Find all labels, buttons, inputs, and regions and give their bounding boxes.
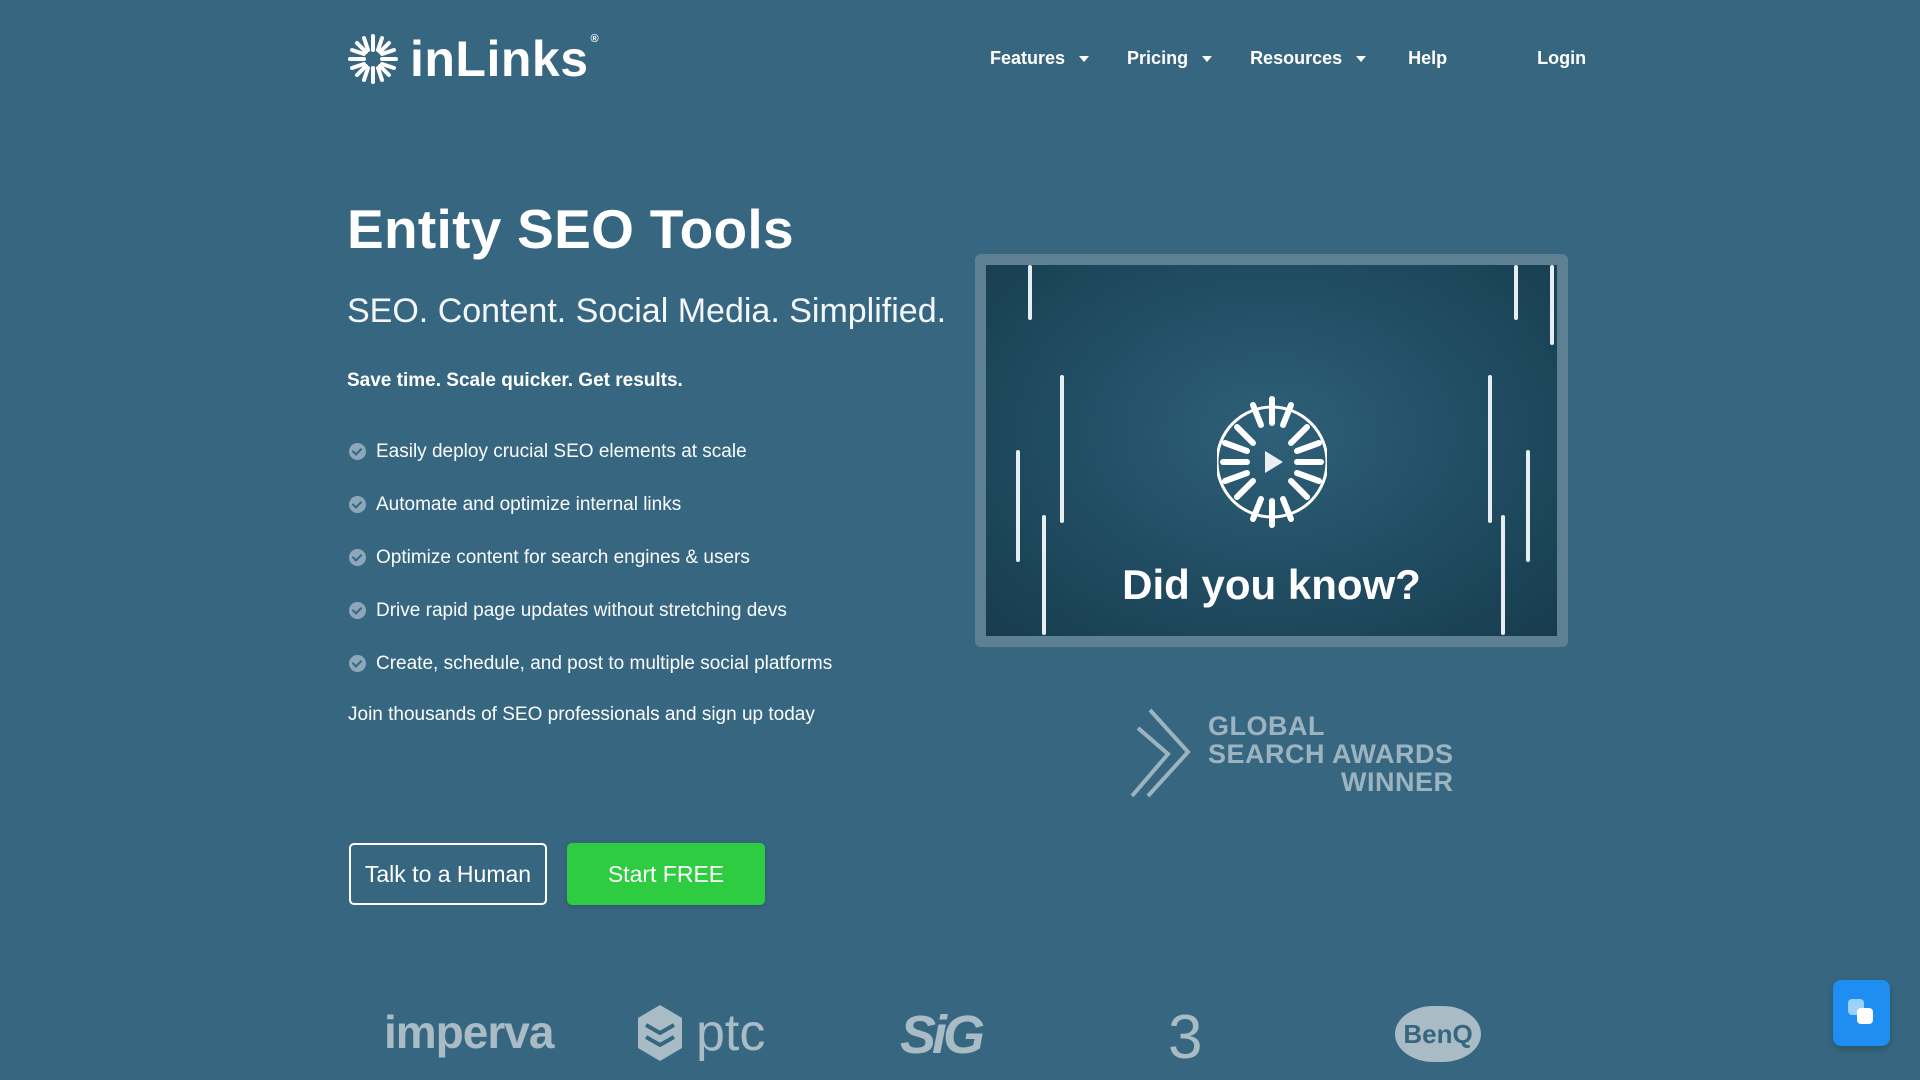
chevron-down-icon	[1079, 55, 1090, 62]
main-nav: Features Pricing Resources Help Login	[990, 48, 1586, 69]
client-logo-ptc: ptc	[636, 1003, 765, 1063]
award-line: WINNER	[1341, 767, 1454, 797]
feature-item: Automate and optimize internal links	[349, 478, 832, 531]
chevron-down-icon	[1356, 55, 1367, 62]
join-text: Join thousands of SEO professionals and …	[348, 704, 815, 725]
video-frame: Did you know?	[975, 254, 1568, 647]
client-logo-sig: SiG	[900, 1005, 985, 1065]
decorative-line	[1028, 265, 1032, 320]
check-circle-icon	[349, 549, 366, 566]
chat-bubble-icon	[1848, 999, 1873, 1024]
check-circle-icon	[349, 602, 366, 619]
brand-name: inLinks ®	[410, 31, 600, 87]
decorative-line	[1060, 375, 1064, 523]
feature-item: Drive rapid page updates without stretch…	[349, 584, 832, 637]
feature-item: Create, schedule, and post to multiple s…	[349, 637, 832, 690]
chat-widget-button[interactable]	[1833, 980, 1890, 1046]
decorative-line	[1550, 265, 1554, 345]
feature-list: Easily deploy crucial SEO elements at sc…	[349, 425, 832, 690]
nav-resources-label: Resources	[1250, 48, 1343, 68]
sunburst-logo-icon	[348, 34, 398, 84]
check-circle-icon	[349, 655, 366, 672]
feature-text: Easily deploy crucial SEO elements at sc…	[376, 440, 747, 462]
feature-text: Drive rapid page updates without stretch…	[376, 599, 787, 621]
feature-text: Create, schedule, and post to multiple s…	[376, 652, 833, 674]
check-circle-icon	[349, 496, 366, 513]
client-logo-benq: BenQ	[1395, 1006, 1481, 1062]
award-line: SEARCH AWARDS	[1208, 739, 1454, 769]
talk-to-human-button[interactable]: Talk to a Human	[349, 843, 547, 905]
hero-tagline: Save time. Scale quicker. Get results.	[347, 370, 683, 391]
decorative-line	[1488, 375, 1492, 523]
video-player[interactable]: Did you know?	[986, 265, 1557, 636]
nav-features[interactable]: Features	[990, 48, 1090, 69]
video-caption: Did you know?	[1122, 561, 1421, 608]
feature-item: Optimize content for search engines & us…	[349, 531, 832, 584]
play-icon	[1216, 396, 1327, 528]
global-search-awards-badge: GLOBAL SEARCH AWARDS WINNER	[1128, 706, 1454, 802]
brand-logo[interactable]: inLinks ®	[346, 30, 599, 88]
decorative-line	[1016, 450, 1020, 562]
landing-page: inLinks ® Features Pricing Resources Help…	[0, 0, 1920, 1080]
award-text: GLOBAL SEARCH AWARDS WINNER	[1208, 712, 1454, 796]
page-title: Entity SEO Tools	[347, 198, 794, 260]
nav-resources[interactable]: Resources	[1250, 48, 1367, 69]
nav-login[interactable]: Login	[1537, 48, 1586, 69]
start-free-button[interactable]: Start FREE	[567, 843, 765, 905]
nav-pricing[interactable]: Pricing	[1127, 48, 1213, 69]
feature-item: Easily deploy crucial SEO elements at sc…	[349, 425, 832, 478]
nav-features-label: Features	[990, 48, 1066, 68]
award-line: GLOBAL	[1208, 711, 1325, 741]
check-circle-icon	[349, 443, 366, 460]
hero-subtitle: SEO. Content. Social Media. Simplified.	[347, 292, 947, 330]
feature-text: Optimize content for search engines & us…	[376, 546, 750, 568]
double-chevron-icon	[1130, 708, 1191, 798]
ptc-text: ptc	[696, 1004, 766, 1062]
nav-pricing-label: Pricing	[1127, 48, 1189, 68]
decorative-line	[1526, 450, 1530, 562]
decorative-line	[1514, 265, 1518, 320]
nav-help[interactable]: Help	[1408, 48, 1447, 69]
feature-text: Automate and optimize internal links	[376, 493, 682, 515]
chevron-down-icon	[1202, 55, 1213, 62]
client-logo-three: 3	[1168, 1003, 1203, 1072]
ptc-hexagon-icon	[638, 1005, 682, 1061]
client-logo-imperva: imperva	[384, 1006, 554, 1058]
